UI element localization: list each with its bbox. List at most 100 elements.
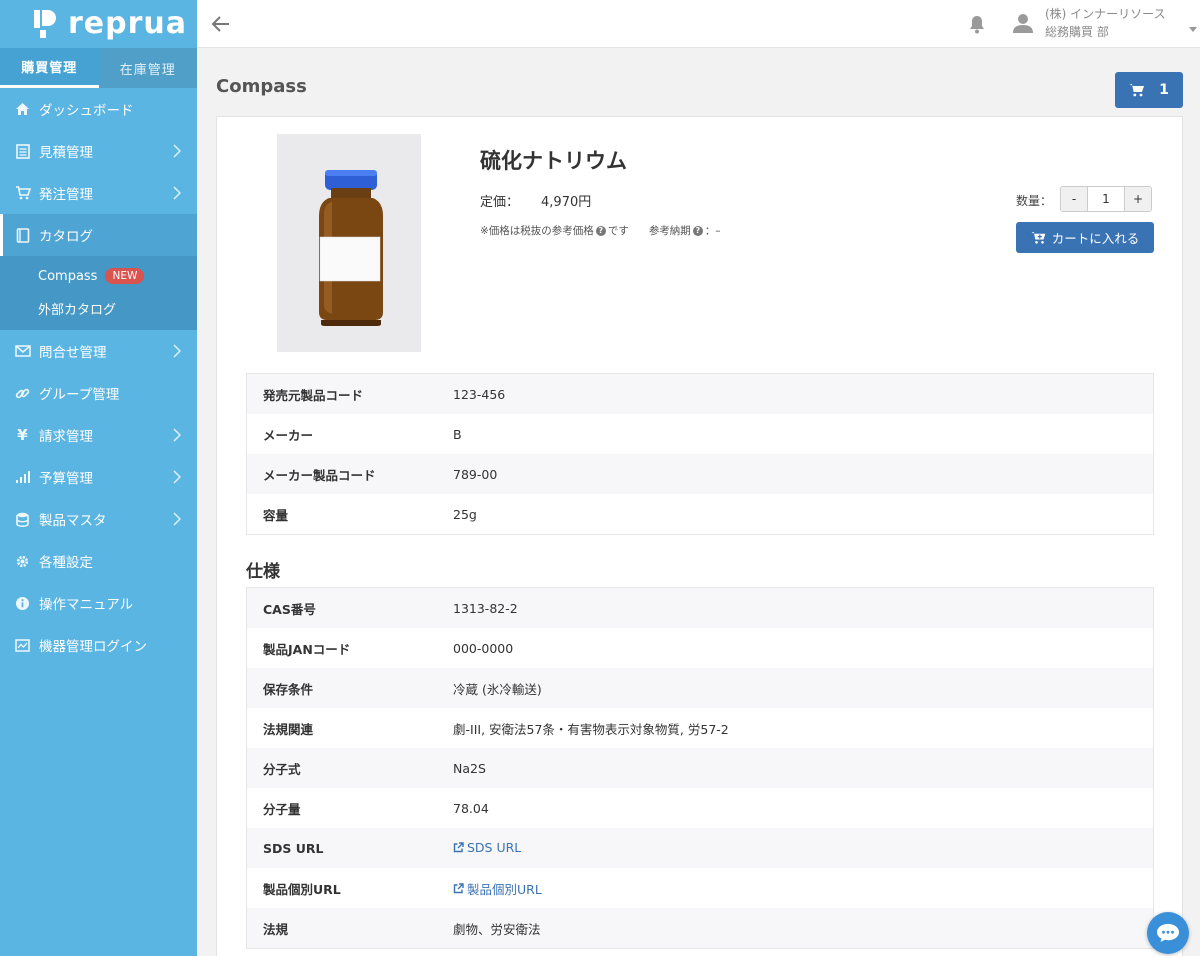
user-company: (株) インナーリソース <box>1045 7 1166 21</box>
sds-url-label: SDS URL <box>467 840 522 855</box>
add-to-cart-button[interactable]: カートに入れる <box>1016 222 1154 253</box>
sidebar-tabs: 購買管理 在庫管理 <box>0 48 197 88</box>
row-value: B <box>453 426 462 442</box>
chevron-right-icon <box>173 344 181 358</box>
sidebar-item-label: 見積管理 <box>39 145 93 161</box>
sidebar-item-billing[interactable]: ¥ 請求管理 <box>0 414 197 456</box>
sidebar-item-label: 問合せ管理 <box>39 345 107 361</box>
sidebar-item-label: 製品マスタ <box>39 513 107 529</box>
row-key: 製品個別URL <box>263 881 341 897</box>
sidebar-item-catalog[interactable]: カタログ <box>0 214 197 256</box>
page-title: Compass <box>216 76 307 97</box>
sidebar-item-label: グループ管理 <box>39 387 120 403</box>
table-row: 製品個別URL 製品個別URL <box>247 868 1153 908</box>
row-value: 劇-III, 安衛法57条・有害物表示対象物質, 労57-2 <box>453 721 729 737</box>
price-row: 定価： 4,970円 <box>480 191 591 210</box>
user-department: 総務購買 部 <box>1045 25 1109 39</box>
row-value: Na2S <box>453 760 486 776</box>
sidebar-item-orders[interactable]: 発注管理 <box>0 172 197 214</box>
user-info[interactable]: (株) インナーリソース 総務購買 部 <box>1045 5 1166 41</box>
delivery-note-suffix: ：– <box>704 225 721 237</box>
sidebar-subitem-compass[interactable]: Compass NEW <box>0 260 197 292</box>
row-key: 製品JANコード <box>263 641 351 657</box>
sidebar-item-device-login[interactable]: 機器管理ログイン <box>0 624 197 666</box>
sidebar-item-inquiries[interactable]: 問合せ管理 <box>0 330 197 372</box>
chevron-right-icon <box>173 144 181 158</box>
sidebar-item-label: 操作マニュアル <box>39 597 134 613</box>
delivery-note: 参考納期 <box>648 225 691 237</box>
table-row: CAS番号 1313-82-2 <box>247 588 1153 628</box>
quantity-label: 数量： <box>1016 194 1053 208</box>
cart-icon <box>14 185 31 202</box>
sidebar-item-label: ダッシュボード <box>39 103 134 119</box>
sidebar-item-dashboard[interactable]: ダッシュボード <box>0 88 197 130</box>
quantity-stepper: - + <box>1060 186 1152 212</box>
caret-down-icon[interactable] <box>1189 27 1197 33</box>
book-icon <box>14 227 31 244</box>
row-value: 1313-82-2 <box>453 600 518 616</box>
sidebar-item-settings[interactable]: 各種設定 <box>0 540 197 582</box>
product-url-label: 製品個別URL <box>467 881 542 897</box>
product-url-link[interactable]: 製品個別URL <box>453 879 542 898</box>
logo[interactable]: reprua <box>0 0 197 48</box>
chat-bubble-icon <box>1157 924 1179 942</box>
row-value: 123-456 <box>453 386 506 402</box>
row-value: 789-00 <box>453 466 498 482</box>
help-icon[interactable]: ? <box>595 225 606 236</box>
help-icon[interactable]: ? <box>692 225 703 236</box>
sidebar-item-groups[interactable]: グループ管理 <box>0 372 197 414</box>
link-icon <box>14 385 31 402</box>
tab-purchasing[interactable]: 購買管理 <box>0 48 99 88</box>
table-row: 分子量 78.04 <box>247 788 1153 828</box>
table-row: SDS URL SDS URL <box>247 828 1153 868</box>
row-key: 発売元製品コード <box>263 387 364 403</box>
price-note-suffix: です <box>607 225 629 237</box>
quantity-input[interactable] <box>1087 187 1125 211</box>
sidebar-item-label: 予算管理 <box>39 471 93 487</box>
top-bar: (株) インナーリソース 総務購買 部 <box>197 0 1200 48</box>
row-key: メーカー製品コード <box>263 467 376 483</box>
sidebar-item-product-master[interactable]: 製品マスタ <box>0 498 197 540</box>
table-row: 発売元製品コード 123-456 <box>247 374 1153 414</box>
chat-support-button[interactable] <box>1147 912 1189 954</box>
sds-url-link[interactable]: SDS URL <box>453 840 521 855</box>
row-key: 法規 <box>263 921 289 937</box>
sidebar-item-manual[interactable]: 操作マニュアル <box>0 582 197 624</box>
row-value: 000-0000 <box>453 640 514 656</box>
tab-inventory[interactable]: 在庫管理 <box>98 48 197 88</box>
table-row: 法規関連 劇-III, 安衛法57条・有害物表示対象物質, 労57-2 <box>247 708 1153 748</box>
sidebar-item-quotes[interactable]: 見積管理 <box>0 130 197 172</box>
external-link-icon <box>453 882 464 893</box>
table-row: 容量 25g <box>247 494 1153 534</box>
chevron-right-icon <box>173 428 181 442</box>
row-value: 78.04 <box>453 800 489 816</box>
new-badge: NEW <box>105 268 145 284</box>
sidebar-subitem-label: Compass <box>38 268 98 284</box>
sidebar-subitem-label: 外部カタログ <box>38 302 117 318</box>
price-note: ※価格は税抜の参考価格 <box>480 225 594 237</box>
quantity-decrement-button[interactable]: - <box>1061 187 1087 211</box>
row-key: CAS番号 <box>263 601 316 617</box>
home-icon <box>14 101 31 118</box>
catalog-submenu: Compass NEW 外部カタログ <box>0 256 197 330</box>
info-icon <box>14 595 31 612</box>
mail-icon <box>14 343 31 360</box>
add-to-cart-label: カートに入れる <box>1051 231 1140 246</box>
back-arrow-icon[interactable] <box>209 12 233 36</box>
row-value: 製品個別URL <box>453 879 542 898</box>
monitor-icon <box>14 637 31 654</box>
cart-button[interactable]: 1 <box>1115 72 1183 108</box>
sidebar-item-budget[interactable]: 予算管理 <box>0 456 197 498</box>
cart-icon <box>1129 84 1145 97</box>
sidebar-subitem-external-catalog[interactable]: 外部カタログ <box>0 292 197 324</box>
row-value: SDS URL <box>453 840 521 856</box>
table-row: メーカー製品コード 789-00 <box>247 454 1153 494</box>
logo-text: reprua <box>68 6 188 41</box>
quantity-increment-button[interactable]: + <box>1125 187 1151 211</box>
bell-icon[interactable] <box>968 14 986 34</box>
user-avatar-icon[interactable] <box>1012 12 1034 34</box>
row-key: 分子式 <box>263 761 301 777</box>
database-icon <box>14 511 31 528</box>
product-image <box>277 134 421 352</box>
product-name: 硫化ナトリウム <box>480 149 627 173</box>
